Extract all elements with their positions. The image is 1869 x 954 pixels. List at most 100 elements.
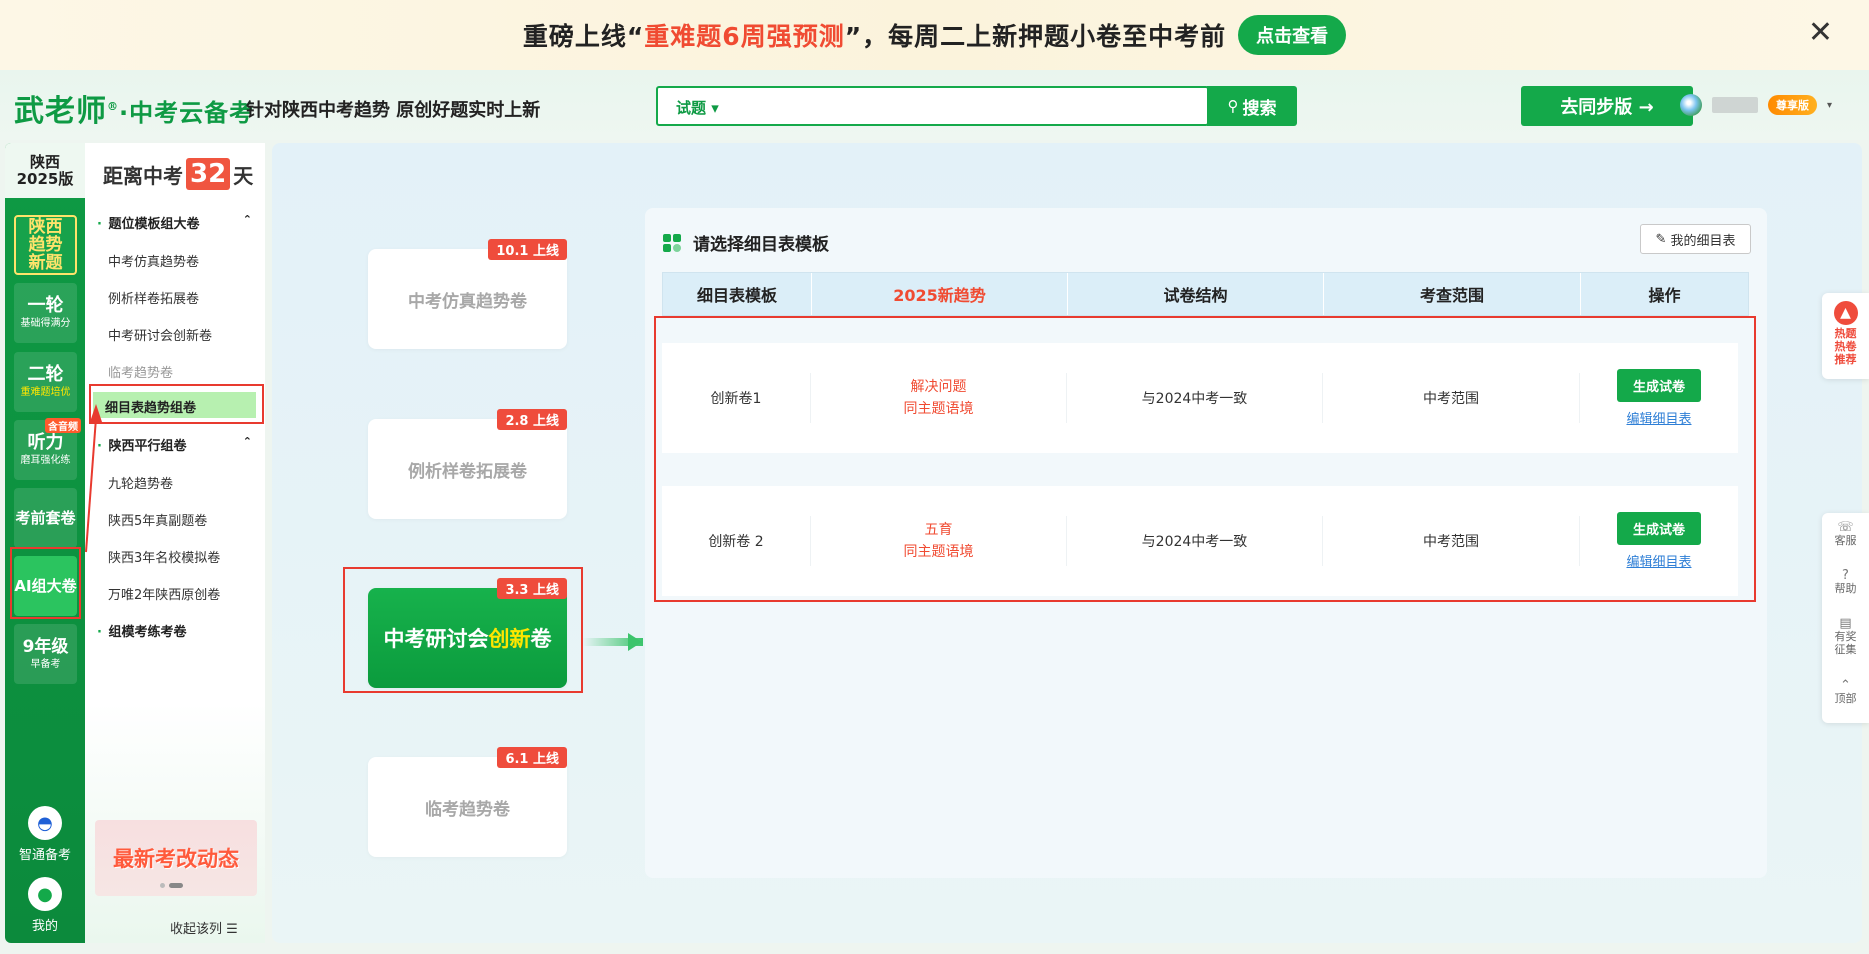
help-icon: ? [1842,568,1849,583]
column-header: 考查范围 [1324,273,1581,315]
nav-item-pre-exam-sets[interactable]: 考前套卷 [14,488,77,548]
nav-item-ai-exam[interactable]: AI组大卷 [14,556,77,616]
menu-group-label: 组模考练考卷 [108,625,187,640]
menu-item-selected[interactable]: 细目表趋势组卷 [93,392,256,418]
help-button[interactable]: ? 帮助 [1822,569,1869,595]
menu-item[interactable]: 陕西5年真副题卷 [108,510,207,529]
table-row: 创新卷1 解决问题 同主题语境 与2024中考一致 中考范围 生成试卷 编辑细目… [662,343,1738,453]
back-to-top-button[interactable]: ⌃ 顶部 [1822,679,1869,705]
exam-card[interactable]: 10.1 上线 中考仿真趋势卷 [368,239,567,349]
generate-paper-button[interactable]: 生成试卷 [1616,512,1701,545]
menu-item[interactable]: 中考仿真趋势卷 [108,251,199,270]
structure-cell: 与2024中考一致 [1067,516,1323,566]
menu-item[interactable]: 临考趋势卷 [108,362,173,381]
card-title: 临考趋势卷 [425,799,510,820]
edit-table-link[interactable]: 编辑细目表 [1626,408,1691,427]
generate-paper-button[interactable]: 生成试卷 [1616,369,1701,402]
search-type-dropdown[interactable]: 试题 ▾ [676,97,719,118]
my-template-button[interactable]: ✎ 我的细目表 [1640,224,1751,254]
user-icon: ● [28,877,62,911]
fire-icon: ▲ [1833,301,1858,325]
action-cell: 生成试卷 编辑细目表 [1580,369,1738,427]
nav-bottom-label: 我的 [31,919,58,934]
card-title-part: 中考研讨会 [383,627,489,651]
countdown-prefix: 距离中考 [103,163,183,188]
scope-cell: 中考范围 [1323,516,1580,566]
edit-icon: ✎ [1655,231,1667,247]
menu-item[interactable]: 陕西3年名校模拟卷 [108,547,220,566]
menu-group-label: 陕西平行组卷 [108,439,187,454]
trend-cell: 解决问题 同主题语境 [811,373,1067,423]
exam-card-active[interactable]: 3.3 上线 中考研讨会创新卷 [368,578,567,688]
table-header: 细目表模板 2025新趋势 试卷结构 考查范围 操作 [662,272,1749,316]
table-row: 创新卷 2 五育 同主题语境 与2024中考一致 中考范围 生成试卷 编辑细目表 [662,486,1738,596]
chevron-up-icon[interactable]: ⌃ [243,213,252,226]
collapse-column-button[interactable]: 收起该列 ☰ [170,918,238,937]
menu-item[interactable]: 万唯2年陕西原创卷 [108,584,220,603]
nav-item-round-one[interactable]: 一轮 基础得满分 [14,283,77,343]
tool-label: 帮助 [1834,582,1857,595]
search-button[interactable]: ⚲ 搜索 [1207,86,1297,126]
menu-item[interactable]: 中考研讨会创新卷 [108,325,212,344]
nav-mine[interactable]: ● 我的 [5,877,85,934]
nav-bottom-label: 智通备考 [18,848,71,863]
customer-service-button[interactable]: ☏ 客服 [1822,521,1869,547]
exam-card[interactable]: 6.1 上线 临考趋势卷 [368,747,567,857]
nav-item-listening[interactable]: 含音频 听力 磨耳强化练 [14,418,81,480]
headset-icon: ☏ [1837,520,1854,535]
menu-group-shaanxi-parallel[interactable]: 陕西平行组卷 ⌃ [97,435,252,454]
nav-label: 听力 [27,432,64,453]
launch-date-badge: 3.3 上线 [497,578,567,599]
edition-region: 陕西 [29,152,60,171]
my-template-label: 我的细目表 [1670,233,1736,249]
arrow-right-icon [628,633,642,651]
nav-label: 二轮 [27,364,64,385]
countdown-days: 32 [186,158,231,190]
logo-mark: ® [107,100,119,113]
carousel-dot-active[interactable] [169,883,183,888]
banner-text-prefix: 重磅上线“ [522,22,645,51]
nav-sublabel: 早备考 [30,659,61,670]
close-icon[interactable]: ✕ [1808,18,1833,48]
exam-card[interactable]: 2.8 上线 例析样卷拓展卷 [368,409,567,519]
feedback-button[interactable]: ▤ 有奖 征集 [1822,617,1869,656]
clipboard-icon: ▤ [1839,616,1852,631]
avatar[interactable] [1680,94,1702,116]
menu-group-mock[interactable]: 组模考练考卷 [97,621,252,640]
logo[interactable]: 武老师®·中考云备考 [14,86,254,130]
audio-badge: 含音频 [45,418,81,433]
column-header: 2025新趋势 [812,273,1068,315]
chevron-up-icon[interactable]: ⌃ [243,435,252,448]
structure-cell: 与2024中考一致 [1067,373,1323,423]
nav-item-shaanxi-trend[interactable]: 陕西 趋势 新题 [14,215,77,275]
menu-item[interactable]: 例析样卷拓展卷 [108,288,199,307]
edition-selector[interactable]: 陕西 2025版 [5,143,85,198]
panel-title: 请选择细目表模板 [663,230,829,255]
nav-label: 考前套卷 [15,509,76,527]
nav-item-grade-nine[interactable]: 9年级 早备考 [14,624,77,684]
exam-countdown: 距离中考 32 天 [103,158,253,190]
nav-item-round-two[interactable]: 二轮 重难题培优 [14,352,77,412]
chevron-down-icon[interactable]: ▾ [1827,100,1832,111]
carousel-dots[interactable] [160,883,183,888]
hot-recommend-label: 热题 热卷 推荐 [1834,327,1857,366]
banner-text-suffix: ”，每周二上新押题小卷至中考前 [844,22,1227,51]
search-input[interactable] [748,92,1048,120]
carousel-dot[interactable] [160,883,165,888]
tool-label: 有奖 征集 [1834,630,1857,656]
edition-year: 2025版 [16,169,74,188]
scope-cell: 中考范围 [1323,373,1580,423]
user-menu[interactable]: 尊享版 ▾ [1680,94,1832,116]
edit-table-link[interactable]: 编辑细目表 [1626,551,1691,570]
top-banner: 重磅上线“重难题6周强预测”，每周二上新押题小卷至中考前 点击查看 ✕ [0,0,1869,70]
logo-sub: ·中考云备考 [119,99,255,127]
nav-zhitong[interactable]: ◓ 智通备考 [5,806,85,863]
menu-group-template[interactable]: 题位模板组大卷 ⌃ [97,213,252,232]
logo-main: 武老师 [14,94,107,129]
hot-recommend-tab[interactable]: ▲ 热题 热卷 推荐 [1822,293,1869,379]
nav-label: 一轮 [27,295,64,316]
sync-version-button[interactable]: 去同步版 → [1521,86,1693,126]
banner-view-button[interactable]: 点击查看 [1238,15,1347,55]
menu-item[interactable]: 九轮趋势卷 [108,473,173,492]
nav-sublabel: 重难题培优 [20,387,71,398]
